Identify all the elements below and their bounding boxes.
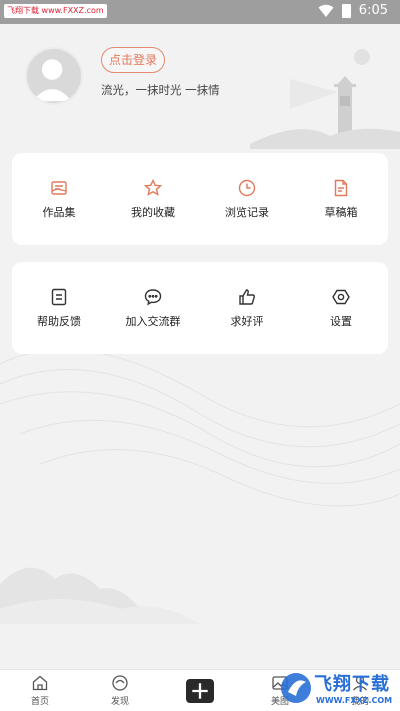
menu-item-favorites[interactable]: 我的收藏 <box>106 178 200 220</box>
nav-discover[interactable]: 发现 <box>80 674 160 707</box>
home-icon <box>32 675 48 691</box>
portfolio-icon <box>51 181 67 195</box>
status-time: 6:05 <box>358 3 388 18</box>
watermark-text: 飞翔下载 <box>314 674 390 695</box>
menu-item-label: 我的收藏 <box>131 206 175 219</box>
content-card: 作品集 我的收藏 浏览记录 草稿箱 <box>12 153 388 245</box>
thumbs-up-icon <box>239 289 255 305</box>
feedback-icon <box>51 288 67 306</box>
login-button[interactable]: 点击登录 <box>101 47 165 73</box>
add-button[interactable] <box>186 678 214 703</box>
menu-item-label: 设置 <box>330 315 352 328</box>
menu-item-label: 浏览记录 <box>225 206 269 219</box>
discover-icon <box>112 675 128 691</box>
menu-item-label: 帮助反馈 <box>37 315 81 328</box>
profile-slogan: 流光，一抹时光 一抹情 <box>101 83 220 97</box>
menu-item-history[interactable]: 浏览记录 <box>200 178 294 220</box>
settings-card: 帮助反馈 加入交流群 求好评 设置 <box>12 262 388 354</box>
settings-icon <box>332 289 350 305</box>
default-avatar-icon <box>32 59 72 102</box>
battery-icon <box>341 3 351 18</box>
menu-item-feedback[interactable]: 帮助反馈 <box>12 287 106 329</box>
clock-icon <box>238 179 256 197</box>
chat-icon <box>144 289 162 306</box>
menu-item-portfolio[interactable]: 作品集 <box>12 178 106 220</box>
nav-add[interactable] <box>160 678 240 703</box>
nav-label: 发现 <box>110 697 129 707</box>
avatar[interactable] <box>25 47 83 105</box>
menu-item-rate[interactable]: 求好评 <box>200 287 294 329</box>
menu-item-label: 加入交流群 <box>125 315 181 328</box>
nav-home[interactable]: 首页 <box>0 674 80 707</box>
nav-label: 首页 <box>30 697 49 707</box>
status-icons: 6:05 <box>318 3 388 18</box>
draft-icon <box>334 179 348 197</box>
star-icon <box>143 178 163 196</box>
wifi-icon <box>318 4 334 17</box>
menu-item-settings[interactable]: 设置 <box>294 287 388 329</box>
menu-item-label: 求好评 <box>230 315 264 328</box>
menu-item-label: 草稿箱 <box>324 206 358 219</box>
menu-item-label: 作品集 <box>42 206 76 219</box>
watermark-top: 飞翔下载 www.FXXZ.com <box>4 4 107 18</box>
add-icon <box>192 682 208 699</box>
menu-item-drafts[interactable]: 草稿箱 <box>294 178 388 220</box>
watermark-url: WWW.FXXZ.COM <box>316 696 393 705</box>
menu-item-join-group[interactable]: 加入交流群 <box>106 287 200 329</box>
status-bar: 飞翔下载 www.FXXZ.com 6:05 <box>0 0 400 24</box>
